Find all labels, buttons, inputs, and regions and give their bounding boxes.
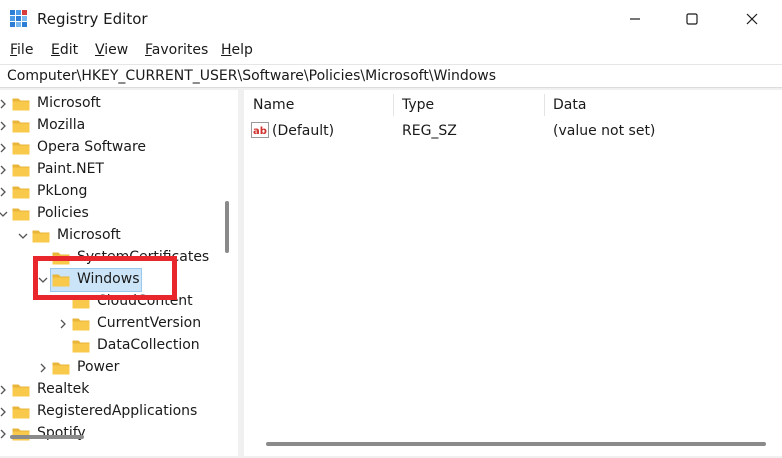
folder-icon bbox=[12, 120, 30, 133]
tree-item[interactable]: DataCollection bbox=[0, 335, 230, 357]
chevron-right-icon[interactable] bbox=[37, 362, 49, 374]
menu-edit[interactable]: Edit bbox=[51, 42, 78, 58]
title-bar: Registry Editor bbox=[0, 0, 782, 38]
column-divider[interactable] bbox=[544, 94, 545, 116]
values-list-pane[interactable]: Name Type Data ab (Default) REG_SZ (valu… bbox=[244, 90, 782, 456]
tree-item[interactable]: Spotify bbox=[0, 423, 230, 445]
tree-item[interactable]: Realtek bbox=[0, 379, 230, 401]
menu-bar: File Edit View Favorites Help bbox=[0, 38, 782, 64]
tree-item[interactable]: Power bbox=[0, 357, 230, 379]
chevron-right-icon[interactable] bbox=[0, 98, 9, 110]
value-data-cell: (value not set) bbox=[553, 123, 656, 139]
registry-editor-app-icon bbox=[10, 10, 27, 27]
folder-icon bbox=[12, 384, 30, 397]
tree-item-label: Paint.NET bbox=[37, 161, 104, 177]
value-type-cell: REG_SZ bbox=[402, 123, 457, 139]
list-horizontal-scrollbar[interactable] bbox=[266, 442, 766, 446]
key-tree-pane[interactable]: Microsoft Mozilla Opera Software Paint.NET P… bbox=[0, 90, 238, 456]
tree-item-label: DataCollection bbox=[97, 337, 200, 353]
tree-item[interactable]: Mozilla bbox=[0, 115, 230, 137]
maximize-icon bbox=[686, 13, 698, 25]
tree-item[interactable]: CurrentVersion bbox=[0, 313, 230, 335]
chevron-down-icon[interactable] bbox=[0, 208, 9, 220]
tree-item[interactable]: Microsoft bbox=[0, 225, 230, 247]
minimize-button[interactable] bbox=[610, 0, 660, 38]
menu-file[interactable]: File bbox=[10, 42, 33, 58]
tree-item[interactable]: Microsoft bbox=[0, 93, 230, 115]
tree-item-label: Microsoft bbox=[57, 227, 121, 243]
tree-item-label: Opera Software bbox=[37, 139, 147, 155]
tree-item-label: Realtek bbox=[37, 381, 90, 397]
chevron-right-icon[interactable] bbox=[0, 384, 9, 396]
menu-view[interactable]: View bbox=[95, 42, 128, 58]
tree-item-label: Policies bbox=[37, 205, 89, 221]
chevron-right-icon[interactable] bbox=[0, 164, 9, 176]
folder-icon bbox=[52, 362, 70, 375]
tree-item[interactable]: Policies bbox=[0, 203, 230, 225]
minimize-icon bbox=[630, 18, 640, 20]
tree-item-label: PkLong bbox=[37, 183, 88, 199]
folder-icon bbox=[72, 340, 90, 353]
window-title: Registry Editor bbox=[37, 10, 148, 28]
annotation-highlight-box bbox=[33, 256, 177, 300]
close-button[interactable] bbox=[727, 0, 777, 38]
chevron-right-icon[interactable] bbox=[57, 318, 69, 330]
tree-item[interactable]: Paint.NET bbox=[0, 159, 230, 181]
menu-favorites[interactable]: Favorites bbox=[145, 42, 208, 58]
column-divider[interactable] bbox=[393, 94, 394, 116]
menu-help[interactable]: Help bbox=[221, 42, 253, 58]
folder-icon bbox=[12, 164, 30, 177]
folder-icon bbox=[12, 98, 30, 111]
chevron-right-icon[interactable] bbox=[0, 186, 9, 198]
tree-item-label: Power bbox=[77, 359, 120, 375]
chevron-down-icon[interactable] bbox=[17, 230, 29, 242]
tree-item[interactable]: PkLong bbox=[0, 181, 230, 203]
folder-icon bbox=[12, 208, 30, 221]
column-header-type[interactable]: Type bbox=[402, 97, 434, 113]
close-icon bbox=[746, 13, 758, 25]
chevron-right-icon[interactable] bbox=[0, 428, 9, 440]
string-value-icon: ab bbox=[251, 122, 269, 138]
folder-icon bbox=[12, 186, 30, 199]
chevron-right-icon[interactable] bbox=[0, 406, 9, 418]
maximize-button[interactable] bbox=[667, 0, 717, 38]
folder-icon bbox=[12, 142, 30, 155]
tree-item-label: CurrentVersion bbox=[97, 315, 202, 331]
tree-horizontal-scrollbar[interactable] bbox=[10, 435, 84, 439]
value-name-cell[interactable]: (Default) bbox=[272, 123, 334, 139]
column-header-data[interactable]: Data bbox=[553, 97, 586, 113]
address-path[interactable]: Computer\HKEY_CURRENT_USER\Software\Poli… bbox=[7, 68, 496, 84]
main-content: Microsoft Mozilla Opera Software Paint.NET P… bbox=[0, 88, 782, 458]
tree-item-label: RegisteredApplications bbox=[37, 403, 198, 419]
folder-icon bbox=[72, 318, 90, 331]
folder-icon bbox=[32, 230, 50, 243]
tree-item-label: Mozilla bbox=[37, 117, 86, 133]
tree-item-label: Microsoft bbox=[37, 95, 101, 111]
tree-item[interactable]: Opera Software bbox=[0, 137, 230, 159]
tree-item[interactable]: RegisteredApplications bbox=[0, 401, 230, 423]
address-bar[interactable]: Computer\HKEY_CURRENT_USER\Software\Poli… bbox=[0, 64, 782, 88]
svg-text:ab: ab bbox=[253, 126, 267, 137]
folder-icon bbox=[12, 406, 30, 419]
column-header-name[interactable]: Name bbox=[253, 97, 294, 113]
chevron-right-icon[interactable] bbox=[0, 120, 9, 132]
chevron-right-icon[interactable] bbox=[0, 142, 9, 154]
tree-vertical-scrollbar[interactable] bbox=[225, 201, 229, 253]
